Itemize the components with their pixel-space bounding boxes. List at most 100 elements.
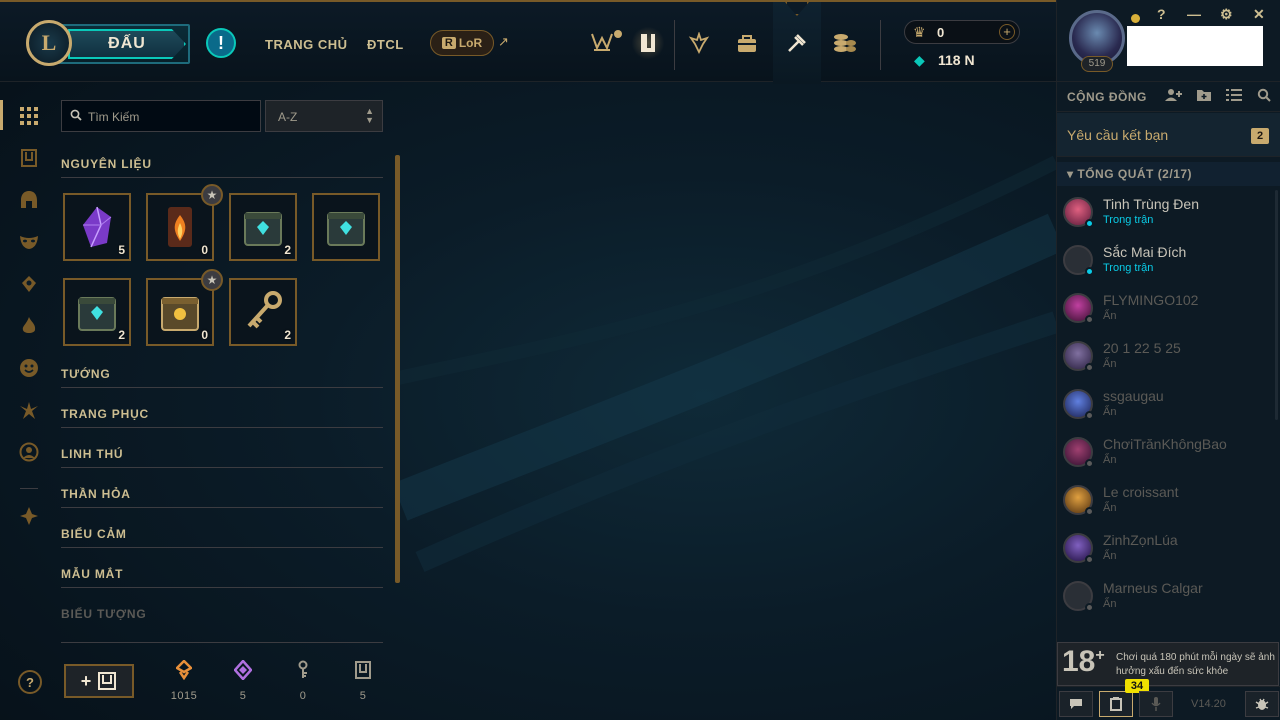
companion-icon[interactable] [16,271,42,297]
emote-face-icon[interactable] [16,355,42,381]
category-eternals[interactable]: THẦN HỎA [61,484,383,508]
status-dot [1085,555,1094,564]
friend-name: ZinhZọnLúa [1103,532,1178,548]
help-question-icon[interactable]: ? [1157,6,1166,22]
nav-home[interactable]: TRANG CHỦ [265,37,348,52]
status-dot[interactable] [1131,14,1140,23]
eternals-icon[interactable] [16,397,42,423]
friend-group-header[interactable]: ▾ TỔNG QUÁT (2/17) [1057,162,1280,186]
friend-item[interactable]: Tinh Trùng Đen Trong trận [1057,190,1267,238]
search-icon [70,109,82,124]
category-label: TƯỚNG [61,367,111,381]
summoner-level: 519 [1081,56,1113,72]
status-dot [1085,507,1094,516]
collection-icon[interactable] [632,26,664,60]
category-icons[interactable]: BIỂU TƯỢNG [61,604,383,628]
lor-button[interactable]: R LoR [430,30,494,56]
loot-item-chest[interactable] [312,193,380,261]
loot-item-chest[interactable]: 2 [63,278,131,346]
category-champions[interactable]: TƯỚNG [61,364,383,388]
loot-item-key[interactable]: 2 [229,278,297,346]
category-emotes[interactable]: BIỂU CẢM [61,524,383,548]
category-materials[interactable]: NGUYÊN LIỆU [61,154,383,178]
add-folder-icon[interactable] [1196,88,1212,105]
hextech-chest-icon [78,297,116,331]
category-ward-skins[interactable]: MẪU MẮT [61,564,383,588]
age-rating-plus: + [1095,647,1105,664]
mythic-essence-icon [223,659,263,684]
item-count: 5 [118,243,125,257]
hextech-chest-icon [327,212,365,246]
friend-item[interactable]: ssgaugau Ẩn [1057,382,1267,430]
notification-dot [614,30,622,38]
key-fragment-icon [283,660,323,684]
friend-item[interactable]: Marneus Calgar Ẩn [1057,574,1267,622]
league-logo-icon[interactable]: L [26,20,72,66]
mythic-essence: 5 [223,659,263,702]
list-view-icon[interactable] [1226,88,1242,105]
friend-item[interactable]: ZinhZọnLúa Ẩn [1057,526,1267,574]
key-fragments: 0 [283,660,323,702]
item-count: 0 [201,243,208,257]
profile-icon-category[interactable] [16,439,42,465]
orange-essence: 1015 [164,659,204,702]
category-skins[interactable]: TRANG PHỤC [61,404,383,428]
store-bag-icon[interactable] [731,26,763,60]
friend-name: Sắc Mai Đích [1103,244,1187,260]
friend-status: Ẩn [1103,550,1117,562]
ward-flame-icon[interactable] [16,313,42,339]
age-rating-number: 18 [1062,645,1096,678]
clipboard-icon[interactable] [1099,691,1133,717]
category-companions[interactable]: LINH THÚ [61,444,383,468]
champion-helmet-icon[interactable] [16,187,42,213]
grid-all-icon[interactable] [16,103,42,129]
sort-dropdown[interactable]: A-Z ▲ ▼ [265,100,383,132]
close-icon[interactable]: ✕ [1253,6,1265,23]
loot-item-chest[interactable]: 2 [229,193,297,261]
loot-search[interactable] [61,100,261,132]
play-button[interactable]: ĐẤU [52,24,190,64]
loot-scrollbar[interactable] [395,155,400,583]
materials-value: 5 [359,690,367,702]
play-button-label[interactable]: ĐẤU [68,29,186,59]
buy-rp-button[interactable]: + [999,24,1015,40]
item-count: 2 [284,328,291,342]
loot-category-nav [0,82,56,720]
search-icon[interactable] [1257,88,1271,105]
lor-label: LoR [458,36,483,50]
alert-icon[interactable]: ! [206,28,236,58]
orange-essence-value: 1015 [170,690,198,702]
skin-mask-icon[interactable] [16,229,42,255]
materials-icon [98,672,117,690]
materials-icon[interactable] [16,145,42,171]
status-dot [1085,219,1094,228]
chat-icon[interactable] [1059,691,1093,717]
star-badge-icon: ★ [201,269,223,291]
nav-tft[interactable]: ĐTCL [367,37,404,52]
friend-requests[interactable]: Yêu cầu kết bạn 2 [1057,113,1280,157]
bug-report-icon[interactable] [1245,691,1279,717]
friend-item[interactable]: 20 1 22 5 25 Ẩn [1057,334,1267,382]
clash-icon[interactable] [683,26,715,60]
search-input[interactable] [88,107,256,127]
friend-item[interactable]: Sắc Mai Đích Trong trận [1057,238,1267,286]
friends-scrollbar[interactable] [1275,190,1278,420]
help-icon[interactable]: ? [18,670,42,694]
coins-stack-icon[interactable] [829,26,861,60]
tft-icon[interactable] [16,503,42,529]
lor-r-icon: R [441,37,456,49]
worlds-icon[interactable] [586,26,618,60]
friend-status: Trong trận [1103,262,1154,274]
settings-gear-icon[interactable]: ⚙ [1220,6,1233,23]
loot-item-mythic-essence[interactable]: 5 [63,193,131,261]
friend-item[interactable]: FLYMINGO102 Ẩn [1057,286,1267,334]
summoner-name-redacted[interactable] [1127,26,1263,66]
rp-currency: ♛ 0 + [904,20,1020,44]
friend-item[interactable]: Le croissant Ẩn [1057,478,1267,526]
status-dot [1085,315,1094,324]
add-friend-icon[interactable] [1165,88,1183,105]
minimize-icon[interactable]: — [1187,6,1201,22]
friend-item[interactable]: ChơiTrănKhôngBao Ẩn [1057,430,1267,478]
microphone-icon[interactable] [1139,691,1173,717]
craft-key-fragment-button[interactable]: + [64,664,134,698]
